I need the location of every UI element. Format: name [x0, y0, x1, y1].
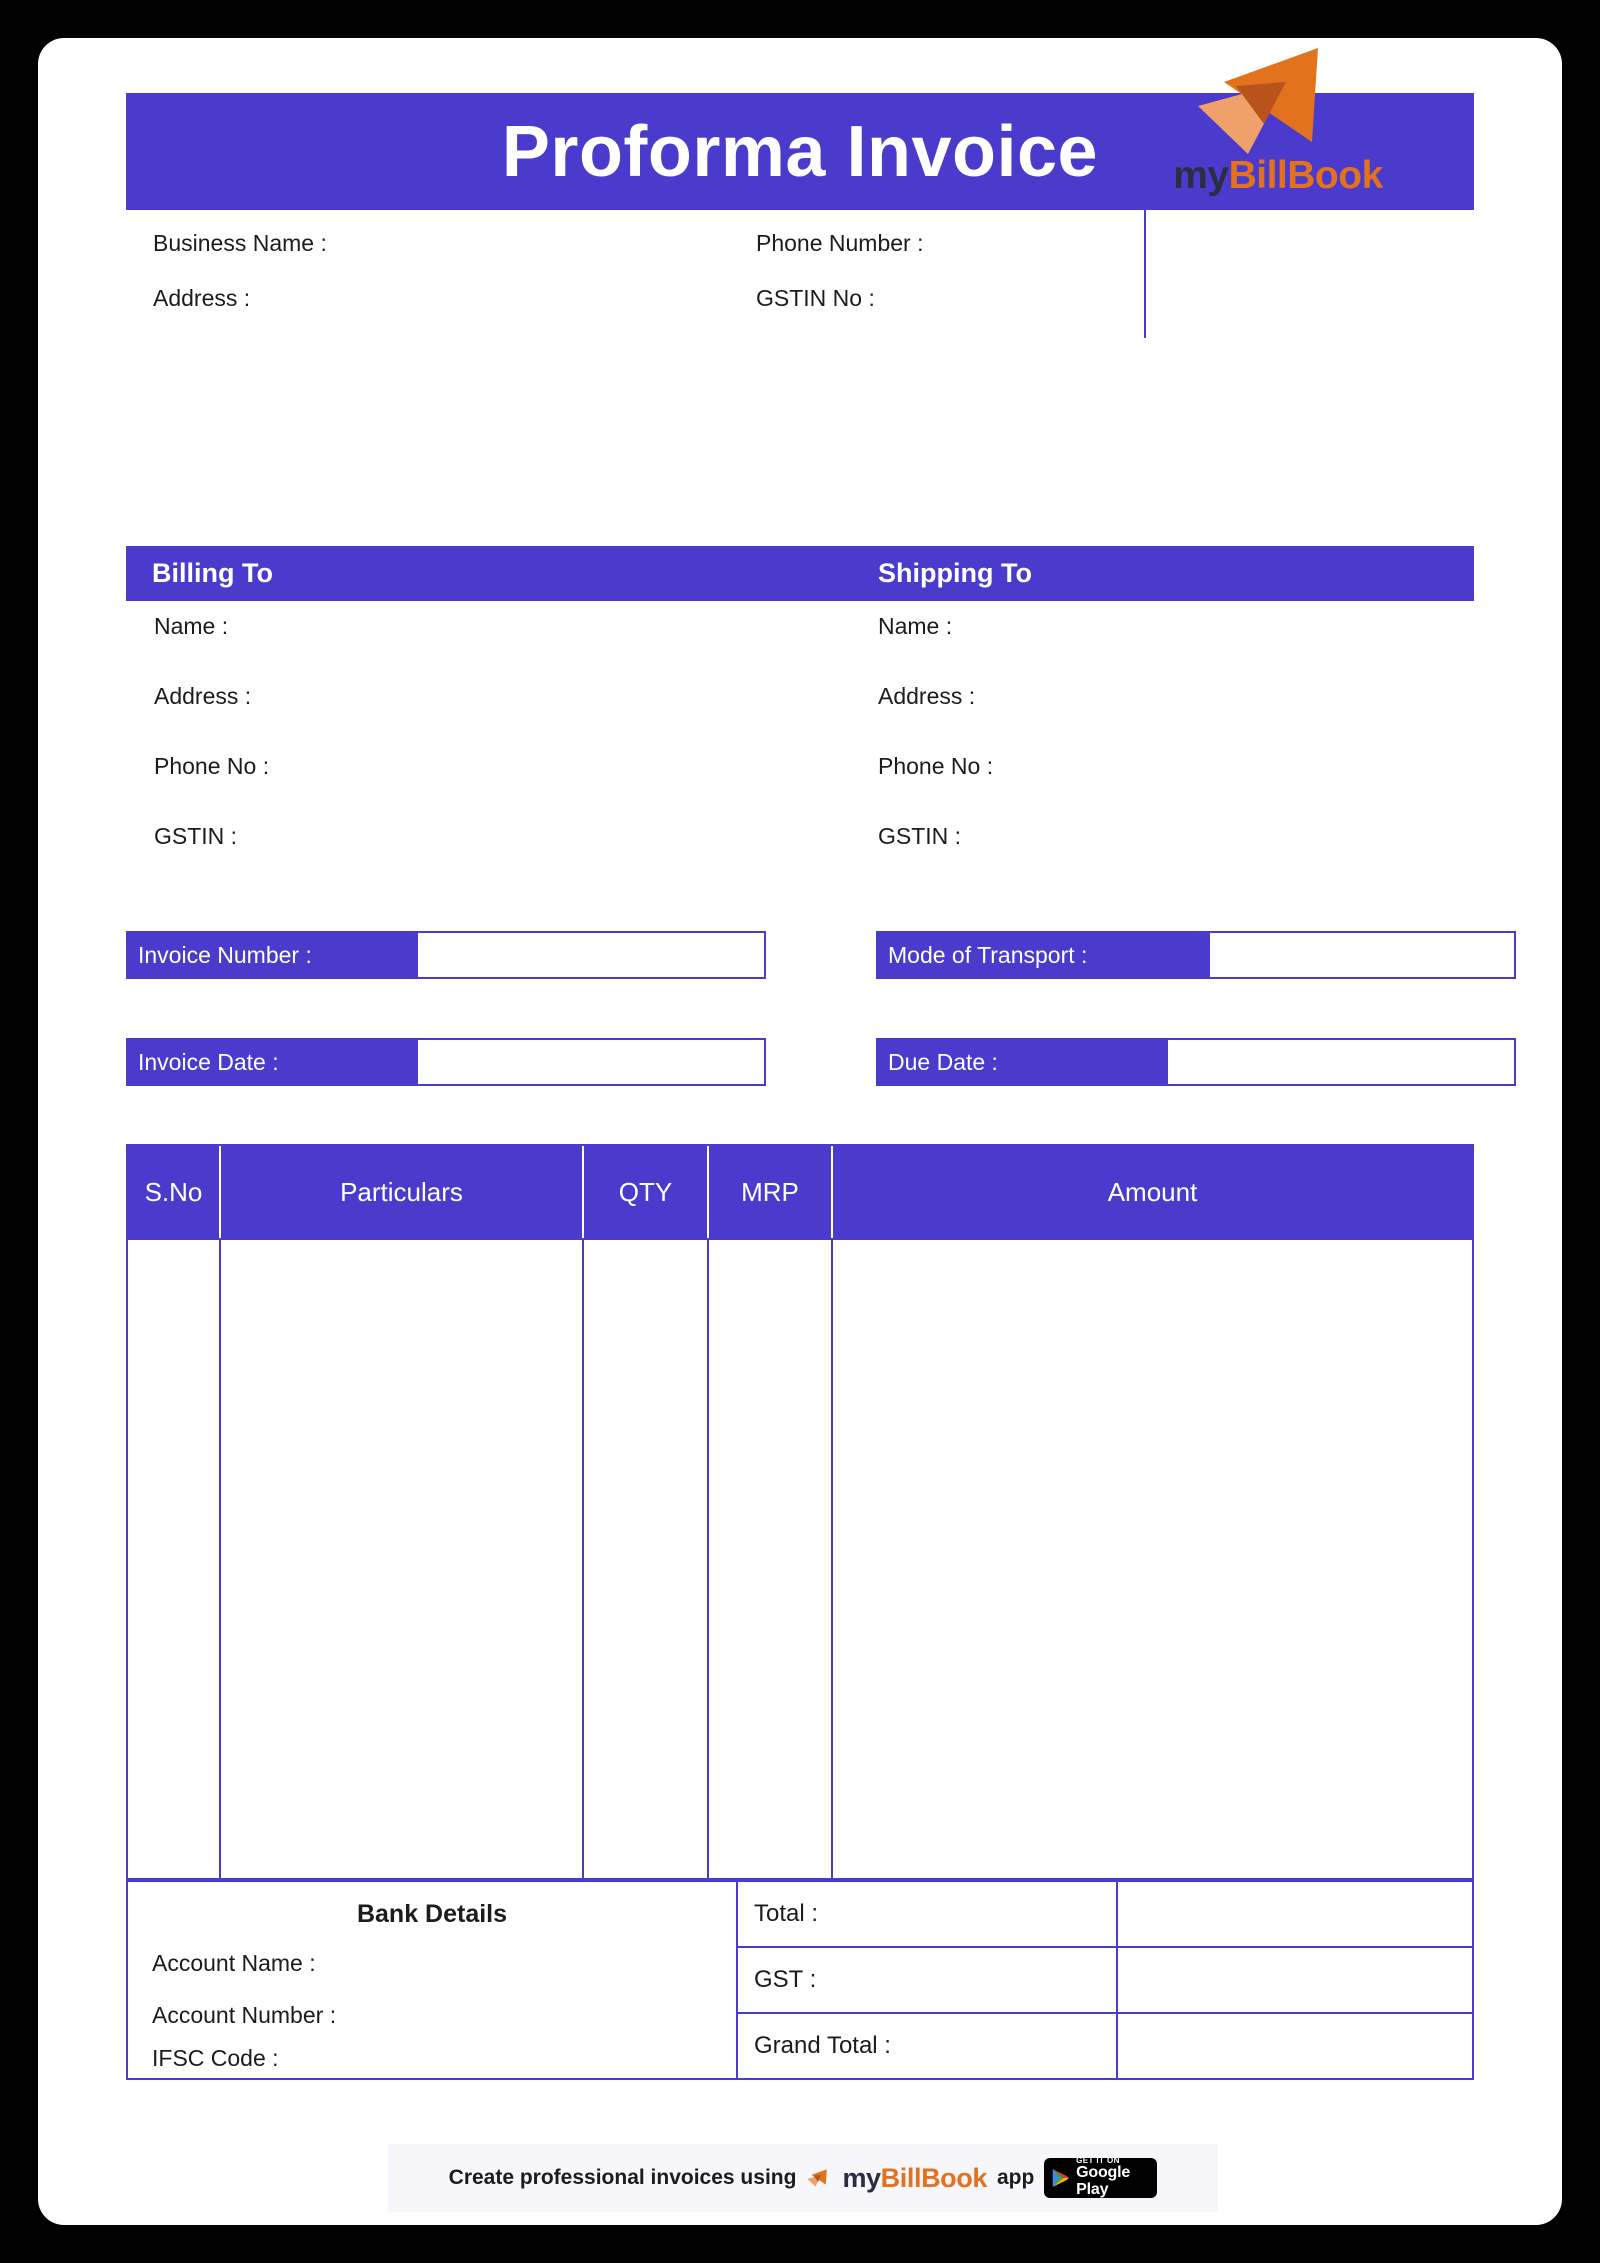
brand-logo: myBillBook: [1128, 44, 1428, 216]
shipping-gstin-label: GSTIN :: [878, 823, 962, 849]
total-row[interactable]: Total :: [738, 1882, 1472, 1948]
business-header: Business Name : Address : Phone Number :…: [126, 210, 1474, 338]
invoice-date-label: Invoice Date :: [128, 1040, 418, 1084]
items-table: S.No Particulars QTY MRP Amount: [126, 1144, 1474, 1880]
column-header-qty: QTY: [584, 1146, 709, 1238]
mode-of-transport-label: Mode of Transport :: [878, 933, 1210, 977]
business-phone-label: Phone Number :: [756, 230, 924, 256]
business-name-label: Business Name :: [153, 230, 327, 256]
gst-row[interactable]: GST :: [738, 1948, 1472, 2014]
billing-shipping-body: Name : Address : Phone No : GSTIN : Name…: [126, 613, 1474, 849]
business-middle-column: Phone Number : GSTIN No :: [756, 230, 1116, 340]
column-header-particulars: Particulars: [221, 1146, 584, 1238]
shipping-name-label: Name :: [878, 613, 953, 639]
business-gstin-label: GSTIN No :: [756, 285, 875, 311]
footer-text: Create professional invoices using: [448, 2166, 797, 2189]
google-play-badge[interactable]: GET IT ON Google Play: [1044, 2156, 1158, 2199]
items-cell-mrp[interactable]: [709, 1240, 833, 1878]
shipping-address-label: Address :: [878, 683, 976, 709]
invoice-number-field[interactable]: Invoice Number :: [126, 931, 766, 979]
items-table-body[interactable]: [128, 1238, 1472, 1878]
due-date-label: Due Date :: [878, 1040, 1168, 1084]
grand-total-label: Grand Total :: [738, 2014, 1118, 2078]
google-play-badge-text: GET IT ON Google Play: [1076, 2156, 1149, 2199]
account-number-label: Account Number :: [152, 2002, 337, 2028]
footer-brand-wordmark: myBillBook: [842, 2163, 987, 2194]
billing-to-header: Billing To: [152, 558, 273, 588]
invoice-meta-fields: Invoice Number : Mode of Transport : Inv…: [126, 931, 1516, 1106]
brand-wordmark-my: my: [1173, 154, 1229, 197]
invoice-date-input[interactable]: [418, 1040, 764, 1084]
bank-details-title: Bank Details: [356, 1900, 508, 1928]
footer-promo-bar: Create professional invoices using myBil…: [388, 2144, 1218, 2212]
shipping-to-header: Shipping To: [878, 558, 1032, 588]
shipping-phone-label: Phone No :: [878, 753, 994, 779]
business-left-column: Business Name : Address :: [153, 230, 573, 340]
brand-wordmark-billbook: BillBook: [1228, 154, 1384, 197]
footer-wordmark-billbook: BillBook: [880, 2162, 988, 2193]
billing-to-column: Name : Address : Phone No : GSTIN :: [154, 613, 754, 893]
due-date-field[interactable]: Due Date :: [876, 1038, 1516, 1086]
billing-phone-label: Phone No :: [154, 753, 270, 779]
paper-plane-icon: [807, 2169, 828, 2187]
billing-address-label: Address :: [154, 683, 252, 709]
invoice-sheet: Proforma Invoice Business Name : Address…: [88, 38, 1516, 2225]
invoice-date-field[interactable]: Invoice Date :: [126, 1038, 766, 1086]
google-play-badge-bottom: Google Play: [1076, 2164, 1131, 2199]
billing-name-label: Name :: [154, 613, 229, 639]
items-cell-qty[interactable]: [584, 1240, 709, 1878]
shipping-to-column: Name : Address : Phone No : GSTIN :: [878, 613, 1478, 893]
column-header-amount: Amount: [1107, 1176, 1198, 1207]
page-title: Proforma Invoice: [501, 111, 1099, 192]
items-cell-sno[interactable]: [128, 1240, 221, 1878]
footer-wordmark-my: my: [842, 2162, 881, 2193]
footer-app-word: app: [996, 2166, 1035, 2189]
bank-and-totals-section: Bank Details Account Name : Account Numb…: [126, 1880, 1474, 2080]
invoice-number-label: Invoice Number :: [128, 933, 418, 977]
google-play-icon: [1053, 2169, 1070, 2187]
bank-details-block: Bank Details Account Name : Account Numb…: [128, 1882, 738, 2078]
total-label: Total :: [738, 1882, 1118, 1946]
header-vertical-divider: [1144, 210, 1146, 338]
ifsc-code-label: IFSC Code :: [152, 2045, 279, 2071]
grand-total-value-input[interactable]: [1118, 2014, 1472, 2078]
gst-value-input[interactable]: [1118, 1948, 1472, 2012]
gst-label: GST :: [738, 1948, 1118, 2012]
items-table-header-row: S.No Particulars QTY MRP Amount: [128, 1146, 1472, 1238]
invoice-page: Proforma Invoice Business Name : Address…: [38, 38, 1562, 2225]
mode-of-transport-input[interactable]: [1210, 933, 1514, 977]
total-value-input[interactable]: [1118, 1882, 1472, 1946]
account-name-label: Account Name :: [152, 1950, 316, 1976]
column-header-sno: S.No: [128, 1146, 221, 1238]
column-header-mrp: MRP: [709, 1146, 833, 1238]
business-address-label: Address :: [153, 285, 251, 311]
items-cell-amount[interactable]: [833, 1240, 1472, 1878]
billing-shipping-header-bar: Billing To Shipping To: [126, 546, 1474, 601]
grand-total-row[interactable]: Grand Total :: [738, 2014, 1472, 2078]
paper-plane-icon: [1198, 48, 1318, 154]
mode-of-transport-field[interactable]: Mode of Transport :: [876, 931, 1516, 979]
due-date-input[interactable]: [1168, 1040, 1514, 1084]
items-cell-particulars[interactable]: [221, 1240, 584, 1878]
totals-block: Total : GST : Grand Total :: [738, 1882, 1472, 2078]
invoice-number-input[interactable]: [418, 933, 764, 977]
billing-gstin-label: GSTIN :: [154, 823, 238, 849]
brand-wordmark: myBillBook: [1128, 154, 1428, 198]
